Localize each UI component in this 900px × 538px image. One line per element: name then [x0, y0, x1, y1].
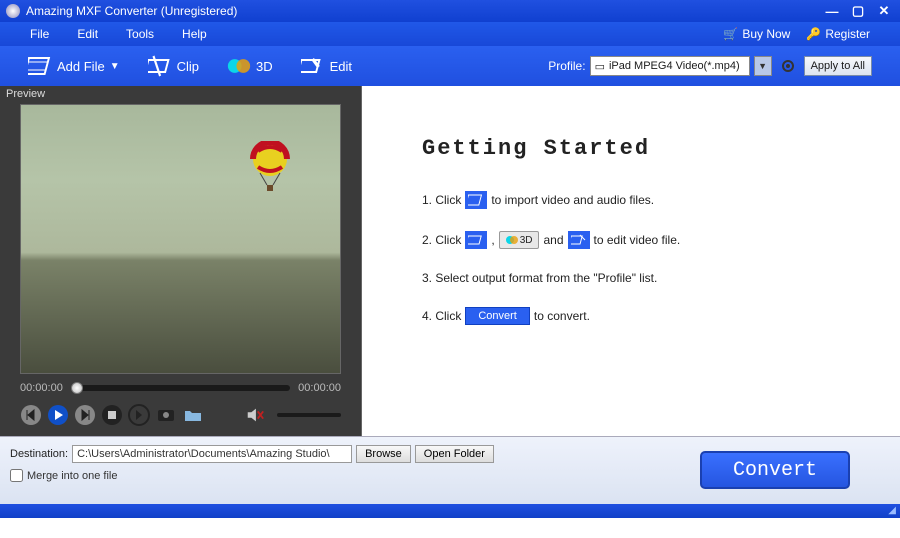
edit-button[interactable]: Edit — [301, 54, 352, 78]
register-link[interactable]: 🔑 Register — [806, 27, 870, 41]
add-file-button[interactable]: Add File ▼ — [28, 54, 120, 78]
minimize-button[interactable]: — — [822, 3, 842, 19]
register-label: Register — [825, 27, 870, 41]
browse-button[interactable]: Browse — [356, 445, 411, 463]
3d-button[interactable]: 3D — [227, 54, 273, 78]
step2-text-b: , — [491, 233, 494, 247]
step4-text-a: 4. Click — [422, 309, 461, 323]
stop-button[interactable] — [101, 404, 123, 426]
step2-text-d: to edit video file. — [594, 233, 681, 247]
destination-input[interactable] — [72, 445, 352, 463]
3d-label: 3D — [256, 59, 273, 74]
apply-to-all-button[interactable]: Apply to All — [804, 56, 872, 76]
menu-file[interactable]: File — [30, 27, 49, 41]
edit-label: Edit — [330, 59, 352, 74]
seek-track[interactable] — [71, 385, 290, 391]
destination-label: Destination: — [10, 448, 68, 460]
maximize-button[interactable]: ▢ — [848, 3, 868, 19]
step2-text-c: and — [543, 233, 563, 247]
balloon-graphic — [250, 141, 290, 197]
profile-label: Profile: — [548, 59, 585, 73]
menu-tools[interactable]: Tools — [126, 27, 154, 41]
prev-button[interactable] — [20, 404, 42, 426]
preview-pane: Preview 00:00:00 00:00:00 — [0, 86, 362, 436]
profile-selector: Profile: ▭ iPad MPEG4 Video(*.mp4) ▼ App… — [548, 56, 872, 76]
app-icon — [6, 4, 20, 18]
volume-slider[interactable] — [277, 413, 341, 417]
time-total: 00:00:00 — [298, 382, 341, 394]
preview-label: Preview — [0, 86, 361, 102]
buy-now-label: Buy Now — [742, 27, 790, 41]
settings-icon[interactable] — [780, 58, 796, 74]
merge-row: Merge into one file — [10, 469, 494, 482]
film-add-icon — [28, 54, 52, 78]
step1-text-b: to import video and audio files. — [491, 193, 654, 207]
profile-dropdown-button[interactable]: ▼ — [754, 56, 772, 76]
inline-3d-label: 3D — [520, 235, 533, 246]
volume-button[interactable] — [244, 404, 266, 426]
play-button[interactable] — [47, 404, 69, 426]
profile-select[interactable]: ▭ iPad MPEG4 Video(*.mp4) — [590, 56, 750, 76]
step1-text-a: 1. Click — [422, 193, 461, 207]
step-2: 2. Click , 3D and to edit video file. — [422, 231, 860, 249]
buy-now-link[interactable]: 🛒 Buy Now — [723, 27, 790, 41]
merge-checkbox[interactable] — [10, 469, 23, 482]
getting-started-heading: Getting Started — [422, 136, 860, 161]
time-current: 00:00:00 — [20, 382, 63, 394]
timeline: 00:00:00 00:00:00 — [0, 378, 361, 400]
step-3: 3. Select output format from the "Profil… — [422, 271, 860, 285]
open-folder-button[interactable]: Open Folder — [415, 445, 494, 463]
window-controls: — ▢ ✕ — [822, 3, 894, 19]
inline-add-file-icon — [465, 191, 487, 209]
key-icon: 🔑 — [806, 27, 821, 41]
toolbar: Add File ▼ Clip 3D Edit Profile: ▭ iPad … — [0, 46, 900, 86]
bottom-bar: Destination: Browse Open Folder Merge in… — [0, 436, 900, 504]
seek-thumb[interactable] — [71, 382, 83, 394]
step3-text: 3. Select output format from the "Profil… — [422, 271, 657, 285]
device-icon: ▭ — [595, 60, 605, 73]
step-1: 1. Click to import video and audio files… — [422, 191, 860, 209]
clip-icon — [148, 54, 172, 78]
window-title: Amazing MXF Converter (Unregistered) — [26, 4, 822, 18]
resize-grip[interactable]: ◢ — [888, 505, 896, 516]
inline-clip-icon — [465, 231, 487, 249]
title-bar: Amazing MXF Converter (Unregistered) — ▢… — [0, 0, 900, 22]
next-button[interactable] — [74, 404, 96, 426]
add-file-label: Add File — [57, 59, 105, 74]
inline-convert-button: Convert — [465, 307, 530, 325]
content-pane: Getting Started 1. Click to import video… — [362, 86, 900, 436]
menu-bar: File Edit Tools Help 🛒 Buy Now 🔑 Register — [0, 22, 900, 46]
merge-label: Merge into one file — [27, 470, 118, 482]
destination-row: Destination: Browse Open Folder — [10, 445, 494, 463]
getting-started-steps: 1. Click to import video and audio files… — [422, 191, 860, 325]
menu-help[interactable]: Help — [182, 27, 207, 41]
edit-icon — [301, 54, 325, 78]
convert-button[interactable]: Convert — [700, 451, 850, 489]
step4-text-b: to convert. — [534, 309, 590, 323]
step-4: 4. Click Convert to convert. — [422, 307, 860, 325]
menu-edit[interactable]: Edit — [77, 27, 98, 41]
step-button[interactable] — [128, 404, 150, 426]
snapshot-button[interactable] — [155, 404, 177, 426]
footer-strip: ◢ — [0, 504, 900, 518]
chevron-down-icon: ▼ — [110, 61, 120, 72]
player-controls — [0, 400, 361, 436]
cart-icon: 🛒 — [723, 27, 738, 41]
folder-button[interactable] — [182, 404, 204, 426]
close-button[interactable]: ✕ — [874, 3, 894, 19]
profile-value: iPad MPEG4 Video(*.mp4) — [609, 60, 740, 72]
clip-button[interactable]: Clip — [148, 54, 199, 78]
preview-video[interactable] — [20, 104, 341, 374]
step2-text-a: 2. Click — [422, 233, 461, 247]
inline-3d-icon: 3D — [499, 231, 540, 249]
3d-icon — [227, 54, 251, 78]
inline-edit-icon — [568, 231, 590, 249]
workspace: Preview 00:00:00 00:00:00 — [0, 86, 900, 436]
clip-label: Clip — [177, 59, 199, 74]
